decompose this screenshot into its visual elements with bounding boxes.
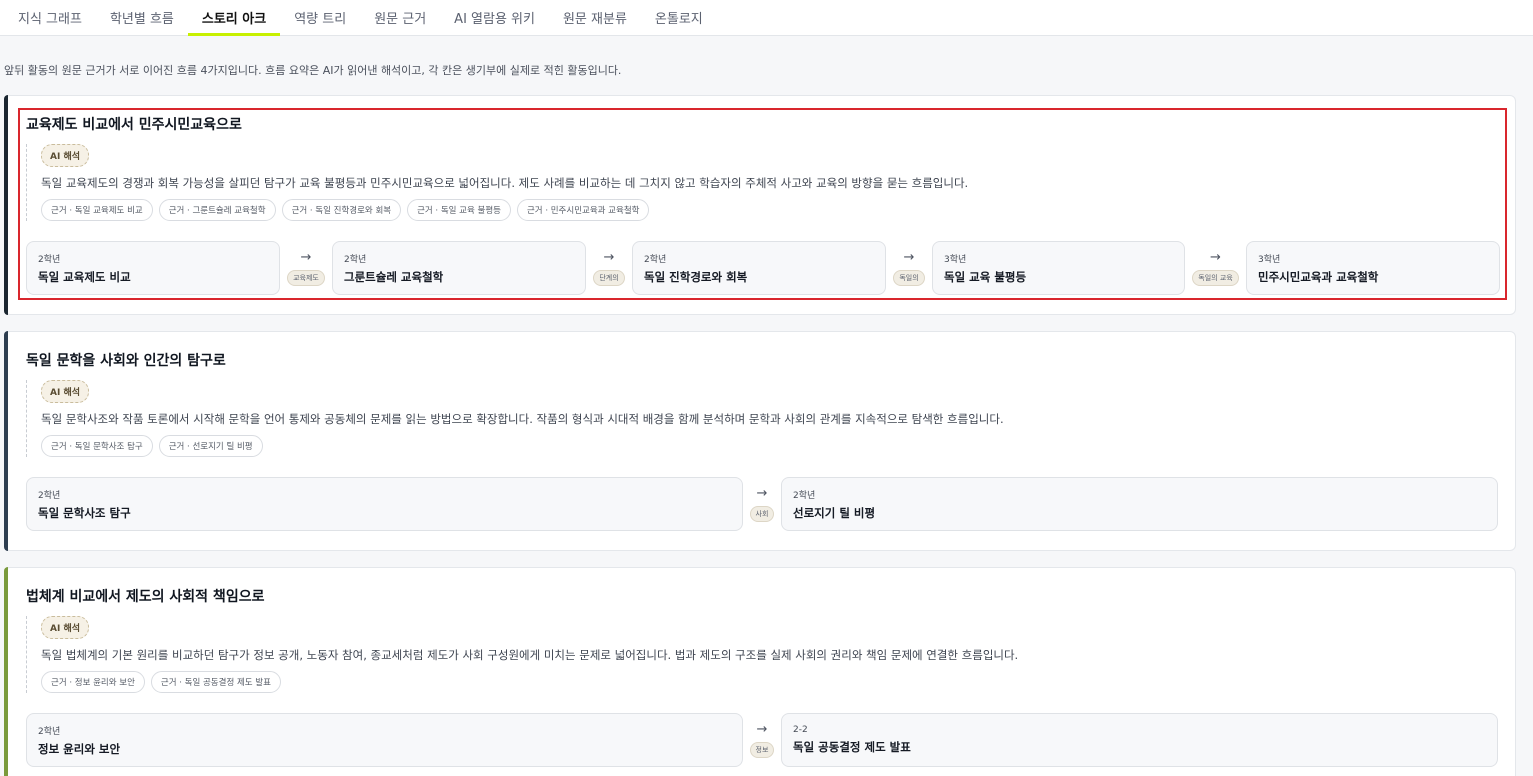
- tab-knowledge-graph[interactable]: 지식 그래프: [4, 0, 96, 35]
- arrow-right-icon: →: [756, 485, 768, 501]
- arc-title: 교육제도 비교에서 민주시민교육으로: [26, 117, 242, 133]
- step-title: 독일 진학경로와 회복: [644, 269, 748, 284]
- activity-step[interactable]: 3학년 독일 교육 불평등: [932, 241, 1185, 295]
- activity-step[interactable]: 2학년 정보 윤리와 보안: [26, 713, 743, 767]
- evidence-chip[interactable]: 근거 · 독일 교육제도 비교: [41, 199, 153, 221]
- step-title: 독일 교육 불평등: [944, 269, 1027, 284]
- tab-competency-tree[interactable]: 역량 트리: [280, 0, 360, 35]
- evidence-chip[interactable]: 근거 · 민주시민교육과 교육철학: [516, 199, 650, 221]
- evidence-chip[interactable]: 근거 · 독일 진학경로와 회복: [281, 199, 402, 221]
- arrow-right-icon: →: [756, 721, 768, 737]
- flow-connector: → 단계의: [586, 241, 632, 295]
- activity-flow: 2학년 독일 교육제도 비교 → 교육제도 2학년 그룬트슐레 교육철학 → 단…: [26, 241, 1500, 295]
- evidence-chip[interactable]: 근거 · 독일 교육 불평등: [407, 199, 511, 221]
- tab-ai-wiki[interactable]: AI 열람용 위키: [440, 0, 549, 35]
- tab-story-arc[interactable]: 스토리 아크: [187, 0, 281, 36]
- tab-grade-flow[interactable]: 학년별 흐름: [96, 0, 188, 35]
- step-grade: 3학년: [1258, 254, 1281, 265]
- story-arc-card: 법체계 비교에서 제도의 사회적 책임으로 AI 해석 독일 법체계의 기본 원…: [4, 567, 1516, 776]
- step-grade: 2학년: [344, 254, 367, 265]
- flow-connector: → 정보: [743, 713, 781, 767]
- evidence-chip[interactable]: 근거 · 선로지기 틸 비평: [158, 435, 263, 457]
- step-title: 독일 공동결정 제도 발표: [793, 740, 911, 754]
- step-grade: 2-2: [793, 725, 808, 735]
- ai-badge: AI 해석: [41, 144, 90, 167]
- link-tag: 사회: [749, 505, 775, 522]
- activity-step[interactable]: 2학년 독일 교육제도 비교: [26, 241, 280, 295]
- arrow-right-icon: →: [300, 249, 312, 265]
- story-arc-summary: 앞뒤 활동의 원문 근거가 서로 이어진 흐름 4가지입니다. 흐름 요약은 A…: [4, 64, 622, 77]
- flow-connector: → 사회: [743, 477, 781, 531]
- evidence-chip[interactable]: 근거 · 독일 문학사조 탐구: [41, 435, 153, 457]
- step-title: 선로지기 틸 비평: [793, 505, 876, 520]
- activity-step[interactable]: 2학년 독일 진학경로와 회복: [632, 241, 886, 295]
- step-grade: 2학년: [38, 254, 61, 265]
- step-grade: 2학년: [38, 726, 61, 737]
- step-title: 그룬트슐레 교육철학: [344, 269, 444, 284]
- activity-step[interactable]: 2학년 선로지기 틸 비평: [781, 477, 1498, 531]
- interpretation-text: 독일 교육제도의 경쟁과 회복 가능성을 살피던 탐구가 교육 불평등과 민주시…: [41, 176, 969, 190]
- link-tag: 독일의 교육: [1192, 269, 1239, 286]
- story-arc-card: 독일 문학을 사회와 인간의 탐구로 AI 해석 독일 문학사조와 작품 토론에…: [4, 331, 1516, 551]
- link-tag: 정보: [749, 741, 775, 758]
- evidence-chips: 근거 · 독일 문학사조 탐구 근거 · 선로지기 틸 비평: [41, 435, 1004, 457]
- evidence-chips: 근거 · 정보 윤리와 보안 근거 · 독일 공동결정 제도 발표: [41, 671, 1018, 693]
- tab-source-evidence[interactable]: 원문 근거: [360, 0, 440, 35]
- activity-step[interactable]: 2학년 독일 문학사조 탐구: [26, 477, 743, 531]
- activity-flow: 2학년 독일 문학사조 탐구 → 사회 2학년 선로지기 틸 비평: [26, 477, 1498, 531]
- arrow-right-icon: →: [1210, 249, 1221, 265]
- evidence-chip[interactable]: 근거 · 그룬트슐레 교육철학: [158, 199, 276, 221]
- story-arc-card: 교육제도 비교에서 민주시민교육으로 AI 해석 독일 교육제도의 경쟁과 회복…: [4, 95, 1516, 315]
- step-grade: 2학년: [793, 490, 816, 501]
- ai-interpretation: AI 해석 독일 문학사조와 작품 토론에서 시작해 문학을 언어 통제와 공동…: [26, 380, 1004, 457]
- activity-step[interactable]: 2학년 그룬트슐레 교육철학: [332, 241, 586, 295]
- tab-bar: 지식 그래프 학년별 흐름 스토리 아크 역량 트리 원문 근거 AI 열람용 …: [0, 0, 1533, 36]
- evidence-chip[interactable]: 근거 · 독일 공동결정 제도 발표: [150, 671, 281, 693]
- arrow-right-icon: →: [603, 249, 615, 265]
- evidence-chip[interactable]: 근거 · 정보 윤리와 보안: [41, 671, 145, 693]
- tab-source-reclassify[interactable]: 원문 재분류: [549, 0, 641, 35]
- interpretation-text: 독일 법체계의 기본 원리를 비교하던 탐구가 정보 공개, 노동자 참여, 종…: [41, 648, 1019, 662]
- step-title: 정보 윤리와 보안: [38, 741, 121, 756]
- link-tag: 교육제도: [287, 269, 325, 286]
- step-grade: 2학년: [38, 490, 61, 501]
- step-title: 민주시민교육과 교육철학: [1258, 269, 1379, 284]
- ai-badge: AI 해석: [41, 380, 90, 403]
- arrow-right-icon: →: [903, 249, 915, 265]
- step-title: 독일 교육제도 비교: [38, 269, 131, 284]
- activity-step[interactable]: 2-2 독일 공동결정 제도 발표: [781, 713, 1498, 767]
- arc-title: 법체계 비교에서 제도의 사회적 책임으로: [26, 589, 265, 605]
- activity-flow: 2학년 정보 윤리와 보안 → 정보 2-2 독일 공동결정 제도 발표: [26, 713, 1498, 767]
- link-tag: 단계의: [593, 269, 625, 286]
- step-title: 독일 문학사조 탐구: [38, 505, 131, 520]
- step-grade: 2학년: [644, 254, 667, 265]
- ai-badge: AI 해석: [41, 616, 90, 639]
- activity-step[interactable]: 3학년 민주시민교육과 교육철학: [1246, 241, 1500, 295]
- flow-connector: → 독일의 교육: [1185, 241, 1246, 295]
- link-tag: 독일의: [893, 269, 925, 286]
- step-grade: 3학년: [944, 254, 967, 265]
- tab-ontology[interactable]: 온톨로지: [641, 0, 717, 35]
- ai-interpretation: AI 해석 독일 법체계의 기본 원리를 비교하던 탐구가 정보 공개, 노동자…: [26, 616, 1018, 693]
- evidence-chips: 근거 · 독일 교육제도 비교 근거 · 그룬트슐레 교육철학 근거 · 독일 …: [41, 199, 968, 221]
- flow-connector: → 독일의: [886, 241, 932, 295]
- arc-title: 독일 문학을 사회와 인간의 탐구로: [26, 353, 226, 369]
- flow-connector: → 교육제도: [280, 241, 332, 295]
- ai-interpretation: AI 해석 독일 교육제도의 경쟁과 회복 가능성을 살피던 탐구가 교육 불평…: [26, 144, 968, 221]
- interpretation-text: 독일 문학사조와 작품 토론에서 시작해 문학을 언어 통제와 공동체의 문제를…: [41, 412, 1004, 426]
